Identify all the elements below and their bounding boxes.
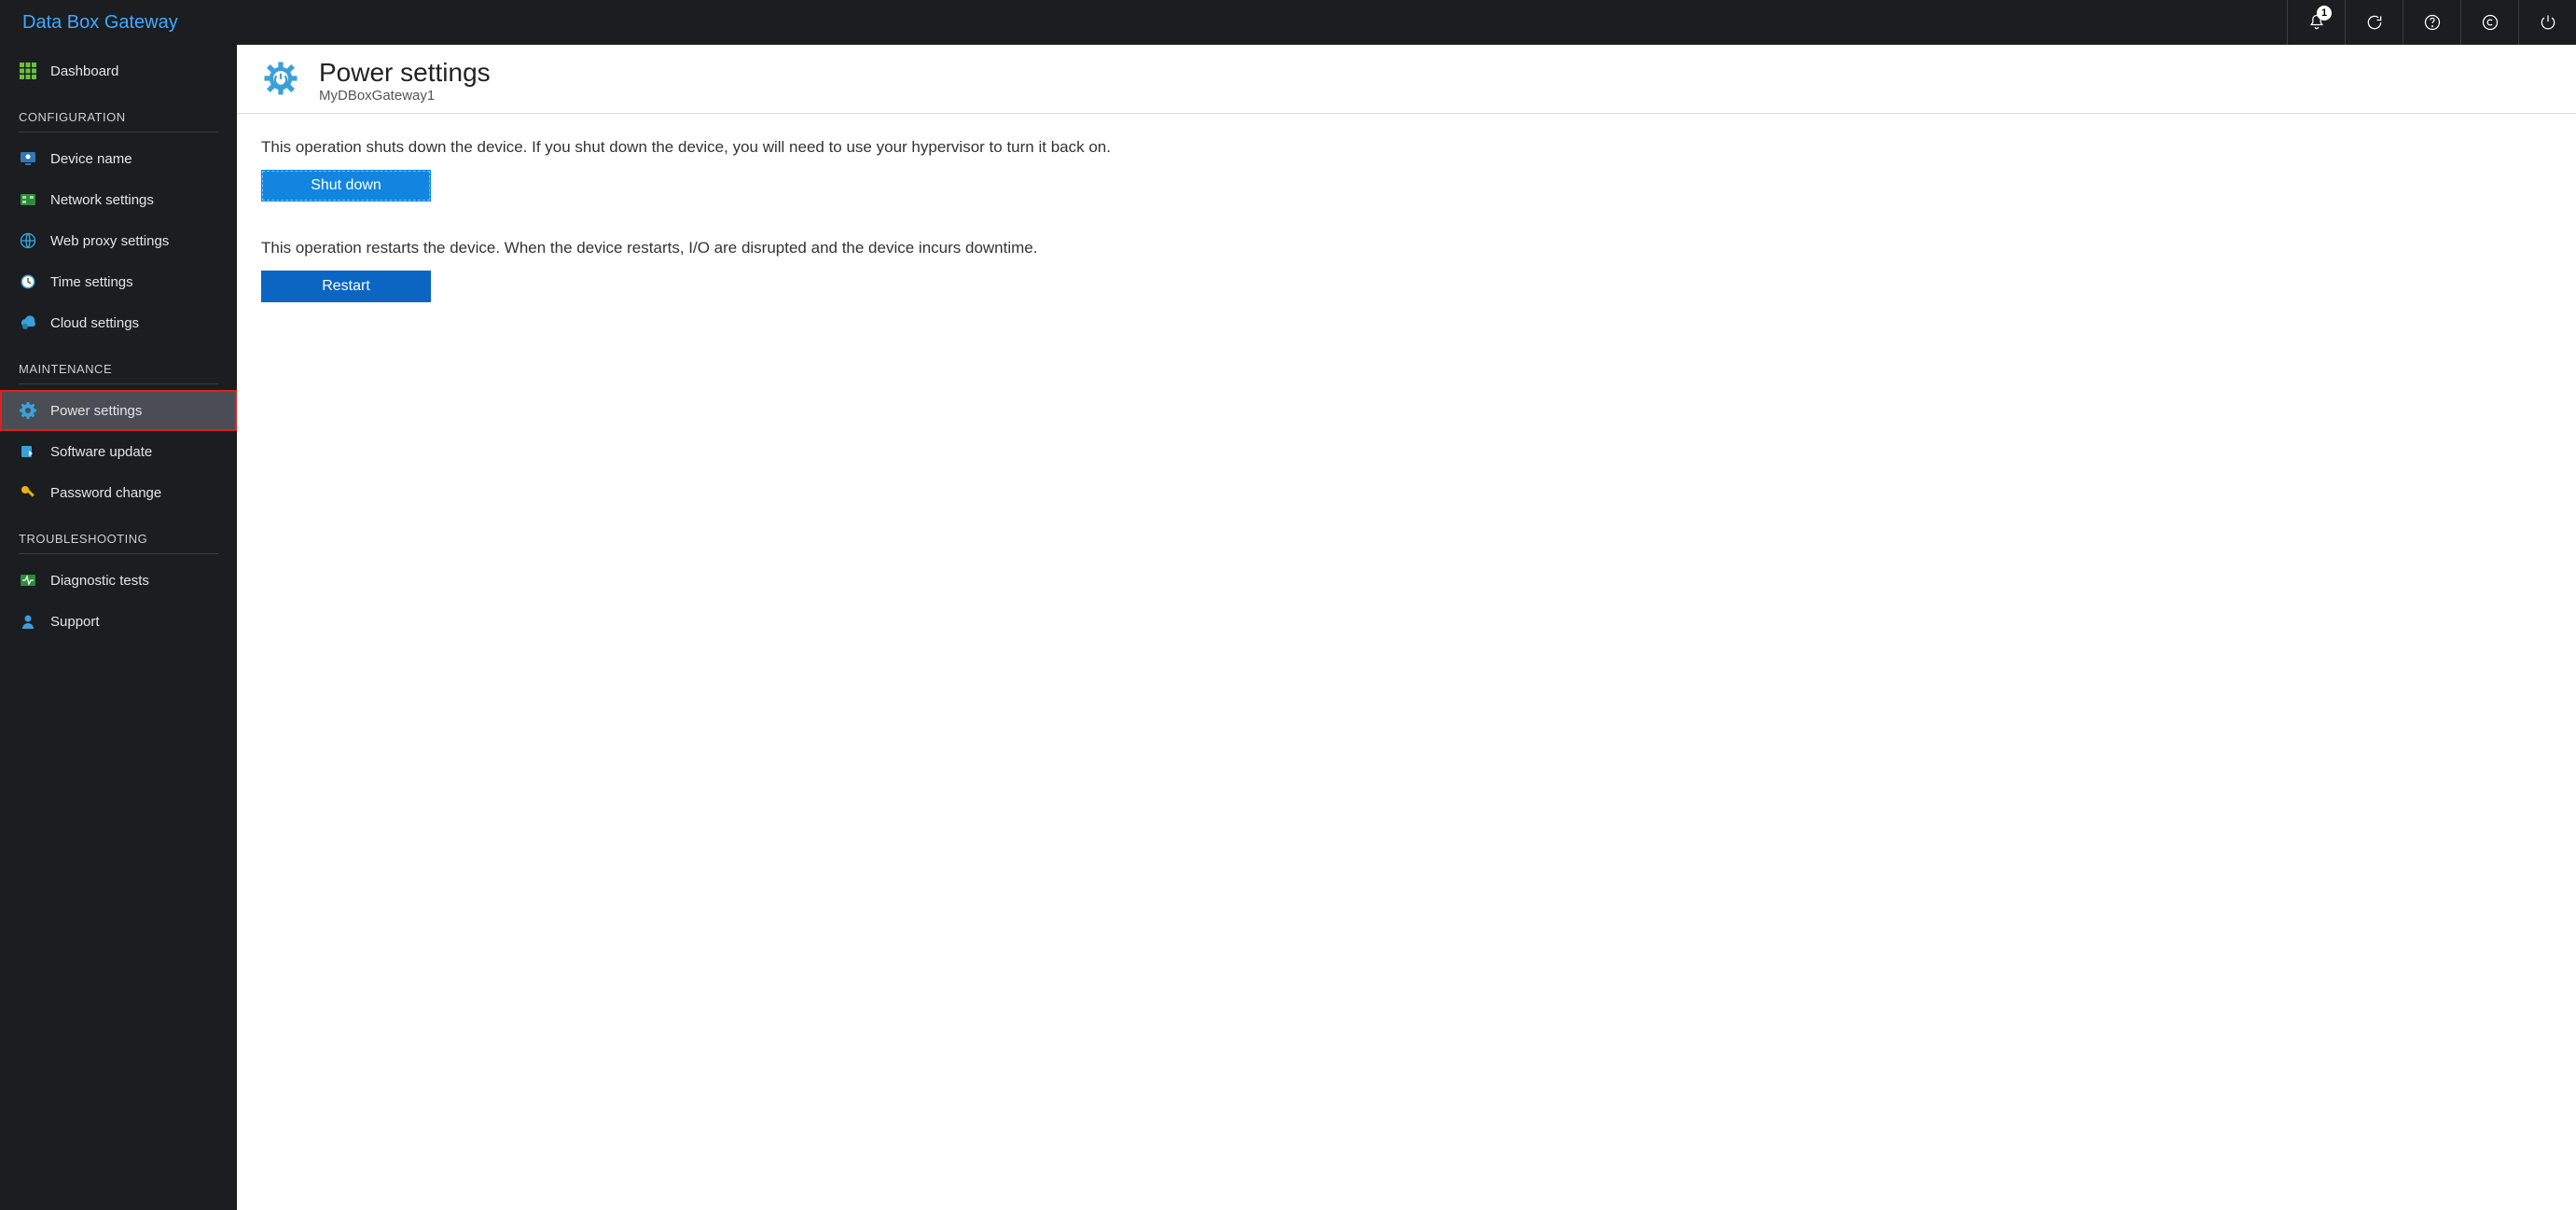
page-title: Power settings bbox=[319, 58, 491, 88]
main-content: Power settings MyDBoxGateway1 This opera… bbox=[237, 45, 2576, 1210]
refresh-button[interactable] bbox=[2345, 0, 2403, 45]
update-icon bbox=[19, 442, 37, 461]
help-button[interactable] bbox=[2403, 0, 2460, 45]
sidebar-item-password-change[interactable]: Password change bbox=[0, 472, 237, 513]
sidebar-item-label: Web proxy settings bbox=[50, 233, 169, 249]
pulse-icon bbox=[19, 571, 37, 590]
notifications-button[interactable]: 1 bbox=[2287, 0, 2345, 45]
copyright-icon bbox=[2481, 13, 2500, 32]
monitor-icon bbox=[19, 149, 37, 168]
globe-icon bbox=[19, 231, 37, 250]
sidebar-item-dashboard[interactable]: Dashboard bbox=[0, 50, 237, 91]
gear-icon bbox=[19, 401, 37, 420]
shutdown-button[interactable]: Shut down bbox=[261, 170, 431, 202]
help-icon bbox=[2423, 13, 2442, 32]
sidebar-item-label: Device name bbox=[50, 151, 132, 167]
page-content: This operation shuts down the device. If… bbox=[237, 114, 2576, 364]
notification-badge: 1 bbox=[2317, 6, 2332, 21]
person-icon bbox=[19, 612, 37, 631]
sidebar-item-software-update[interactable]: Software update bbox=[0, 431, 237, 472]
sidebar-item-support[interactable]: Support bbox=[0, 601, 237, 642]
sidebar-item-diagnostic-tests[interactable]: Diagnostic tests bbox=[0, 560, 237, 601]
topbar-actions: 1 bbox=[2287, 0, 2576, 45]
sidebar-item-label: Password change bbox=[50, 485, 161, 501]
sidebar-item-network-settings[interactable]: Network settings bbox=[0, 179, 237, 220]
power-gear-icon bbox=[261, 59, 300, 103]
restart-description: This operation restarts the device. When… bbox=[261, 239, 2552, 257]
clock-icon bbox=[19, 272, 37, 291]
page-subtitle: MyDBoxGateway1 bbox=[319, 88, 491, 104]
sidebar-item-label: Cloud settings bbox=[50, 315, 139, 331]
network-icon bbox=[19, 190, 37, 209]
sidebar-item-web-proxy-settings[interactable]: Web proxy settings bbox=[0, 220, 237, 261]
sidebar: Dashboard CONFIGURATION Device name Netw… bbox=[0, 45, 237, 1210]
sidebar-item-label: Power settings bbox=[50, 403, 142, 419]
sidebar-section-configuration: CONFIGURATION bbox=[19, 91, 218, 132]
grid-icon bbox=[19, 62, 37, 80]
key-icon bbox=[19, 483, 37, 502]
sidebar-section-maintenance: MAINTENANCE bbox=[19, 343, 218, 384]
sidebar-item-label: Network settings bbox=[50, 192, 154, 208]
power-icon bbox=[2539, 13, 2557, 32]
cloud-gear-icon bbox=[19, 313, 37, 332]
sidebar-item-label: Time settings bbox=[50, 274, 133, 290]
sidebar-section-troubleshooting: TROUBLESHOOTING bbox=[19, 513, 218, 554]
sidebar-item-label: Support bbox=[50, 614, 100, 630]
sidebar-item-label: Dashboard bbox=[50, 63, 118, 79]
brand-title: Data Box Gateway bbox=[22, 12, 178, 34]
sidebar-item-device-name[interactable]: Device name bbox=[0, 138, 237, 179]
sidebar-item-time-settings[interactable]: Time settings bbox=[0, 261, 237, 302]
sidebar-item-label: Software update bbox=[50, 444, 152, 460]
sidebar-item-power-settings[interactable]: Power settings bbox=[0, 390, 237, 431]
power-button[interactable] bbox=[2518, 0, 2576, 45]
sidebar-item-cloud-settings[interactable]: Cloud settings bbox=[0, 302, 237, 343]
shutdown-description: This operation shuts down the device. If… bbox=[261, 138, 2552, 157]
sidebar-item-label: Diagnostic tests bbox=[50, 573, 149, 589]
copyright-button[interactable] bbox=[2460, 0, 2518, 45]
top-bar: Data Box Gateway 1 bbox=[0, 0, 2576, 45]
restart-button[interactable]: Restart bbox=[261, 271, 431, 302]
page-header: Power settings MyDBoxGateway1 bbox=[237, 45, 2576, 114]
refresh-icon bbox=[2365, 13, 2384, 32]
